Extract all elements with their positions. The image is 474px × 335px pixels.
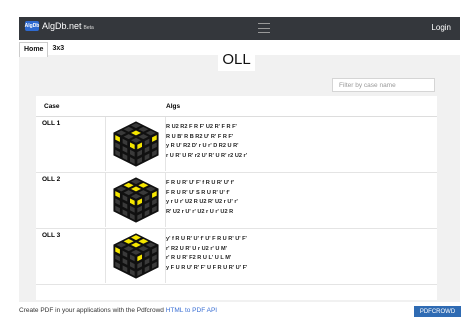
filter-input[interactable]: Filter by case name — [332, 78, 435, 92]
navbar: AlgDb AlgDb.net Beta Login — [19, 17, 460, 40]
alg-item[interactable]: r U R' U R' r2 U' R' U R' r2 U2 r' — [166, 152, 247, 162]
cube-icon — [113, 233, 159, 279]
table-row[interactable]: OLL 2 F R U R' U' F' f R U R' U' f' F R … — [36, 173, 437, 229]
alg-list: F R U R' U' F' f R U R' U' f' F R U R' U… — [166, 179, 238, 217]
case-name: OLL 1 — [42, 120, 61, 127]
table-row[interactable]: OLL 1 R U2 R2 F R F' U2 R' F R F' R U B'… — [36, 117, 437, 173]
case-thumbnail — [105, 117, 166, 171]
alg-item[interactable]: y' f R U R' U' f' U' F R U R' U' F' — [166, 235, 247, 245]
breadcrumb-tabs: Home 3x3 — [19, 42, 68, 57]
alg-list: R U2 R2 F R F' U2 R' F R F' R U B' R B R… — [166, 123, 247, 161]
alg-item[interactable]: F R U R' U' F' f R U R' U' f' — [166, 179, 238, 189]
cube-icon — [113, 177, 159, 223]
alg-list: y' f R U R' U' f' U' F R U R' U' F' r' R… — [166, 235, 247, 273]
beta-badge: Beta — [83, 24, 94, 31]
tab-home[interactable]: Home — [19, 42, 49, 57]
table-row[interactable]: OLL 3 y' f R U R' U' f' U' F R U R' U' F… — [36, 229, 437, 285]
login-link[interactable]: Login — [431, 23, 451, 32]
header-case: Case — [44, 103, 60, 110]
alg-item[interactable]: R U B' R B R2 U' R' F R F' — [166, 133, 247, 143]
alg-item[interactable]: F R U R' U' S R U R' U' f' — [166, 189, 238, 199]
table-header: Case Algs — [36, 96, 437, 117]
brand[interactable]: AlgDb AlgDb.net Beta — [25, 21, 94, 31]
case-thumbnail — [105, 229, 166, 283]
cube-icon — [113, 121, 159, 167]
alg-item[interactable]: y r U r' U2 R U2 R' U2 r U' r' — [166, 198, 238, 208]
alg-item[interactable]: R' U2 r U' r' U2 r U r' U2 R — [166, 208, 238, 218]
alg-item[interactable]: r' R U R' F2 R U L' U L M' — [166, 254, 247, 264]
page-title: OLL — [218, 47, 255, 71]
tab-3x3[interactable]: 3x3 — [48, 42, 68, 56]
pdf-api-link[interactable]: HTML to PDF API — [166, 307, 217, 314]
site-logo-icon: AlgDb — [24, 21, 40, 31]
pdfcrowd-button[interactable]: PDFCROWD — [414, 306, 461, 317]
case-thumbnail — [105, 173, 166, 227]
algorithms-table: Case Algs OLL 1 R U2 R2 F R F' U2 R' F R… — [36, 96, 437, 300]
alg-item[interactable]: R U2 R2 F R F' U2 R' F R F' — [166, 123, 247, 133]
header-algs: Algs — [166, 103, 181, 110]
pdf-footer: Create PDF in your applications with the… — [0, 304, 474, 318]
case-name: OLL 3 — [42, 232, 61, 239]
brand-name: AlgDb.net — [42, 21, 82, 31]
alg-item[interactable]: r' R2 U R' U r U2 r' U M' — [166, 245, 247, 255]
pdf-footer-text: Create PDF in your applications with the… — [19, 307, 218, 314]
case-name: OLL 2 — [42, 176, 61, 183]
alg-item[interactable]: y R U' R2 D' r U r' D R2 U R' — [166, 142, 247, 152]
menu-toggle-icon[interactable] — [258, 22, 270, 34]
alg-item[interactable]: y F U R U' R' F' U F R U R' U' F' — [166, 264, 247, 274]
